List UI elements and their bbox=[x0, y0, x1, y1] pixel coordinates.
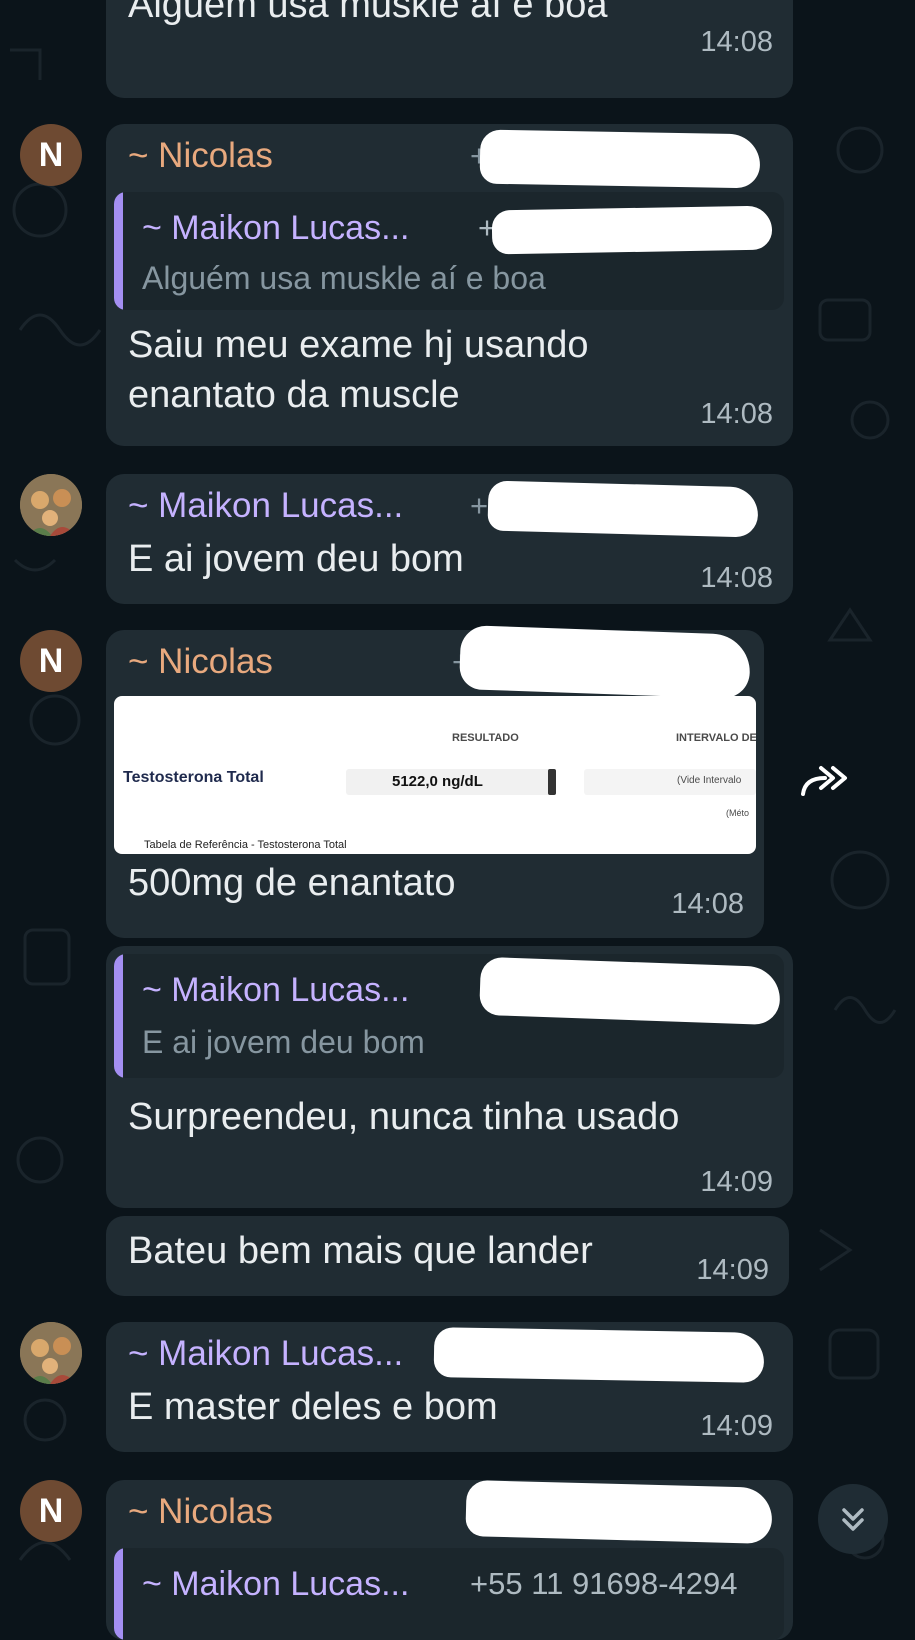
quote-sender: ~ Maikon Lucas... bbox=[142, 1565, 410, 1603]
avatar[interactable] bbox=[20, 474, 82, 536]
quote-sender-phone: +55 11 91698-4294 bbox=[470, 1566, 738, 1601]
sender-name[interactable]: ~ Maikon Lucas... bbox=[128, 1334, 403, 1374]
message-bubble[interactable]: Alguém usa muskle aí e boa 14:08 bbox=[106, 0, 793, 98]
redaction-mark bbox=[491, 205, 773, 255]
message-timestamp: 14:09 bbox=[700, 1410, 773, 1442]
avatar[interactable]: N bbox=[20, 124, 82, 186]
quoted-message[interactable]: ~ Maikon Lucas... E ai jovem deu bom bbox=[114, 954, 784, 1078]
forward-button[interactable] bbox=[793, 750, 857, 814]
quoted-message[interactable]: ~ Maikon Lucas... + Alguém usa muskle aí… bbox=[114, 192, 784, 310]
message-timestamp: 14:09 bbox=[696, 1254, 769, 1286]
sender-name[interactable]: ~ Maikon Lucas... bbox=[128, 486, 403, 526]
message-bubble[interactable]: ~ Nicolas + ~ Maikon Lucas... + Alguém u… bbox=[106, 124, 793, 446]
message-text: Alguém usa muskle aí e boa bbox=[128, 0, 608, 26]
avatar-letter: N bbox=[38, 1492, 64, 1530]
avatar[interactable]: N bbox=[20, 1480, 82, 1542]
message-timestamp: 14:08 bbox=[700, 562, 773, 594]
doc-result-header: RESULTADO bbox=[452, 732, 519, 744]
avatar-photo-icon bbox=[20, 1322, 82, 1384]
message-text: Surpreendeu, nunca tinha usado bbox=[128, 1096, 680, 1138]
quote-sender: ~ Maikon Lucas... bbox=[142, 209, 410, 247]
message-bubble[interactable]: Bateu bem mais que lander 14:09 bbox=[106, 1216, 789, 1296]
redaction-mark bbox=[479, 129, 761, 189]
message-bubble[interactable]: ~ Maikon Lucas... E master deles e bom 1… bbox=[106, 1322, 793, 1452]
message-text: Saiu meu exame hj usando bbox=[128, 324, 589, 366]
message-bubble[interactable]: ~ Nicolas ~ Maikon Lucas... +55 11 91698… bbox=[106, 1480, 793, 1640]
message-timestamp: 14:08 bbox=[700, 398, 773, 430]
message-text: enantato da muscle bbox=[128, 374, 460, 416]
message-timestamp: 14:08 bbox=[700, 26, 773, 58]
forward-arrow-icon bbox=[801, 766, 847, 796]
avatar-letter: N bbox=[38, 136, 64, 174]
doc-interval-value: (Vide Intervalo bbox=[677, 775, 742, 786]
quoted-message[interactable]: ~ Maikon Lucas... +55 11 91698-4294 bbox=[114, 1548, 784, 1640]
message-bubble[interactable]: ~ Maikon Lucas... E ai jovem deu bom Sur… bbox=[106, 946, 793, 1208]
sender-phone: + bbox=[470, 488, 489, 523]
doc-result-value: 5122,0 ng/dL bbox=[392, 773, 483, 790]
message-bubble[interactable]: ~ Maikon Lucas... + E ai jovem deu bom 1… bbox=[106, 474, 793, 604]
quote-text: Alguém usa muskle aí e boa bbox=[142, 260, 546, 296]
image-attachment[interactable]: RESULTADO INTERVALO DE Testosterona Tota… bbox=[114, 696, 756, 854]
doc-footer: Tabela de Referência - Testosterona Tota… bbox=[144, 839, 347, 851]
quote-text: E ai jovem deu bom bbox=[142, 1024, 425, 1060]
message-timestamp: 14:09 bbox=[700, 1166, 773, 1198]
redaction-mark bbox=[465, 1480, 773, 1544]
doc-result-marker bbox=[548, 769, 556, 795]
redaction-mark bbox=[458, 624, 752, 700]
message-text: E master deles e bom bbox=[128, 1386, 498, 1428]
quote-bar bbox=[114, 192, 123, 310]
avatar-photo-icon bbox=[20, 474, 82, 536]
avatar-letter: N bbox=[38, 642, 64, 680]
message-bubble[interactable]: ~ Nicolas +5 RESULTADO INTERVALO DE Test… bbox=[106, 624, 764, 938]
redaction-mark bbox=[487, 480, 759, 538]
quote-sender: ~ Maikon Lucas... bbox=[142, 971, 410, 1009]
sender-name[interactable]: ~ Nicolas bbox=[128, 136, 273, 176]
quote-bar bbox=[114, 954, 123, 1078]
sender-name[interactable]: ~ Nicolas bbox=[128, 642, 273, 682]
message-caption: 500mg de enantato bbox=[128, 862, 456, 904]
sender-name[interactable]: ~ Nicolas bbox=[128, 1492, 273, 1532]
doc-interval-header: INTERVALO DE bbox=[676, 732, 756, 744]
doc-method: (Méto bbox=[726, 808, 750, 818]
scroll-to-bottom-button[interactable] bbox=[818, 1484, 888, 1554]
redaction-mark bbox=[479, 956, 781, 1026]
double-chevron-down-icon bbox=[842, 1508, 864, 1531]
quote-bar bbox=[114, 1548, 123, 1640]
avatar[interactable] bbox=[20, 1322, 82, 1384]
doc-test-name: Testosterona Total bbox=[123, 769, 264, 786]
avatar[interactable]: N bbox=[20, 630, 82, 692]
message-timestamp: 14:08 bbox=[671, 888, 744, 920]
message-text: E ai jovem deu bom bbox=[128, 538, 464, 580]
redaction-mark bbox=[433, 1327, 765, 1383]
message-text: Bateu bem mais que lander bbox=[128, 1230, 593, 1272]
